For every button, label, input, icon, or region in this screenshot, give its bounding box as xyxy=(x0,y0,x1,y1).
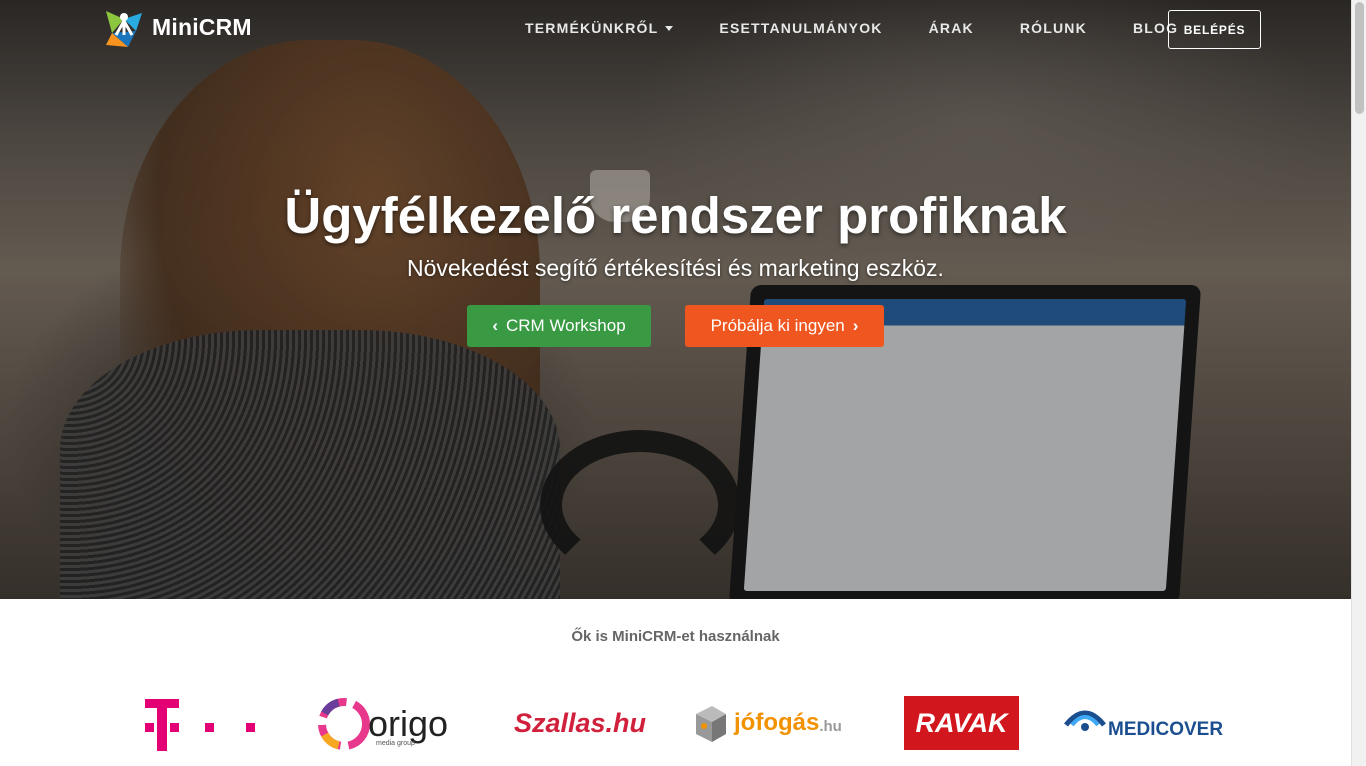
main-menu: TERMÉKÜNKRŐL ESETTANULMÁNYOK ÁRAK RÓLUNK… xyxy=(525,20,1224,36)
chevron-left-icon: ‹ xyxy=(492,316,498,335)
medicover-logo: MEDICOVER xyxy=(1062,690,1223,756)
medicover-text: MEDICOVER xyxy=(1108,719,1224,740)
hero-title: Ügyfélkezelő rendszer profiknak xyxy=(284,187,1067,244)
menu-item-about-label: RÓLUNK xyxy=(1019,20,1087,36)
hero-subtitle: Növekedést segítő értékesítési és market… xyxy=(407,255,944,281)
jofogas-suffix: .hu xyxy=(819,717,842,735)
ravak-box: RAVAK xyxy=(904,696,1019,750)
scrollbar-thumb[interactable] xyxy=(1355,2,1364,114)
jofogas-logo: jófogás .hu xyxy=(692,690,842,756)
menu-item-case-studies-label: ESETTANULMÁNYOK xyxy=(719,20,883,36)
page: Ügyfélkezelő rendszer profiknak Növekedé… xyxy=(0,0,1366,766)
clients-title: Ők is MiniCRM-et használnak xyxy=(571,628,780,645)
page-scrollbar[interactable] xyxy=(1351,0,1366,766)
crm-workshop-button[interactable]: ‹ CRM Workshop xyxy=(467,305,651,347)
chevron-down-icon xyxy=(665,25,674,31)
telekom-mark xyxy=(145,699,255,751)
free-trial-label: Próbálja ki ingyen xyxy=(710,316,845,335)
ravak-text: RAVAK xyxy=(915,707,1008,738)
hero-overlay xyxy=(0,0,1351,599)
menu-item-products-label: TERMÉKÜNKRŐL xyxy=(525,20,659,36)
minicrm-star-icon xyxy=(106,11,142,47)
chevron-right-icon: › xyxy=(852,316,859,335)
menu-item-case-studies[interactable]: ESETTANULMÁNYOK xyxy=(719,20,882,36)
hero-section: Ügyfélkezelő rendszer profiknak Növekedé… xyxy=(0,0,1351,599)
crm-workshop-label: CRM Workshop xyxy=(506,316,626,335)
login-button[interactable]: BELÉPÉS xyxy=(1168,10,1261,49)
szallas-logo: Szallas.hu xyxy=(514,690,646,756)
svg-text:origo: origo xyxy=(368,703,448,744)
jofogas-box-icon xyxy=(696,706,726,742)
medicover-mark xyxy=(1064,710,1106,731)
origo-logo: origo media group xyxy=(314,690,464,756)
szallas-text: Szallas.hu xyxy=(514,707,647,738)
top-navigation: MiniCRM TERMÉKÜNKRŐL ESETTANULMÁNYOK ÁRA… xyxy=(0,0,1351,60)
free-trial-button[interactable]: Próbálja ki ingyen › xyxy=(685,305,884,347)
menu-item-pricing-label: ÁRAK xyxy=(928,20,974,36)
client-logos: origo media group Szallas.hu jófogás .hu… xyxy=(0,690,1351,756)
telekom-logo xyxy=(145,690,257,756)
brand-name: MiniCRM xyxy=(152,13,252,40)
menu-item-pricing[interactable]: ÁRAK xyxy=(929,20,974,36)
brand-logo[interactable]: MiniCRM xyxy=(102,5,252,49)
origo-mark: origo media group xyxy=(318,698,448,750)
menu-item-about[interactable]: RÓLUNK xyxy=(1020,20,1087,36)
svg-text:media group: media group xyxy=(376,740,415,747)
ravak-logo: RAVAK xyxy=(904,690,1019,756)
menu-item-products[interactable]: TERMÉKÜNKRŐL xyxy=(525,20,674,36)
jofogas-text: jófogás xyxy=(734,709,820,736)
